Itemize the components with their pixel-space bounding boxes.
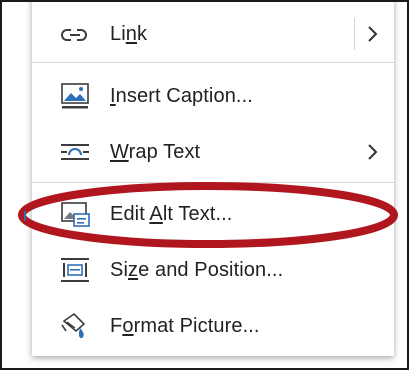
menu-item-size-and-position[interactable]: Size and Position... — [32, 242, 394, 298]
chevron-right-icon — [366, 24, 380, 44]
alt-text-icon — [58, 199, 92, 229]
menu-item-wrap-text[interactable]: Wrap Text — [32, 124, 394, 180]
link-icon — [58, 19, 92, 49]
context-menu: Link Insert Caption... Wrap Text Edit Al… — [32, 2, 394, 356]
menu-separator — [32, 62, 394, 63]
menu-separator — [32, 182, 394, 183]
menu-item-edit-alt-text-label: Edit Alt Text... — [110, 202, 233, 225]
menu-item-link[interactable]: Link — [32, 6, 394, 62]
menu-item-wrap-text-label: Wrap Text — [110, 140, 201, 163]
menu-item-size-and-position-label: Size and Position... — [110, 258, 284, 281]
menu-item-link-label: Link — [110, 22, 148, 45]
menu-item-insert-caption-label: Insert Caption... — [110, 84, 253, 107]
menu-item-insert-caption[interactable]: Insert Caption... — [32, 68, 394, 124]
format-picture-icon — [58, 311, 92, 341]
background-fragment — [24, 211, 26, 221]
menu-item-format-picture[interactable]: Format Picture... — [32, 298, 394, 354]
chevron-right-icon — [366, 142, 380, 162]
size-position-icon — [58, 255, 92, 285]
screenshot-frame: Link Insert Caption... Wrap Text Edit Al… — [0, 0, 409, 370]
wrap-text-icon — [58, 137, 92, 167]
insert-caption-icon — [58, 81, 92, 111]
menu-item-edit-alt-text[interactable]: Edit Alt Text... — [32, 186, 394, 242]
menu-item-format-picture-label: Format Picture... — [110, 314, 260, 337]
submenu-divider — [354, 18, 355, 50]
